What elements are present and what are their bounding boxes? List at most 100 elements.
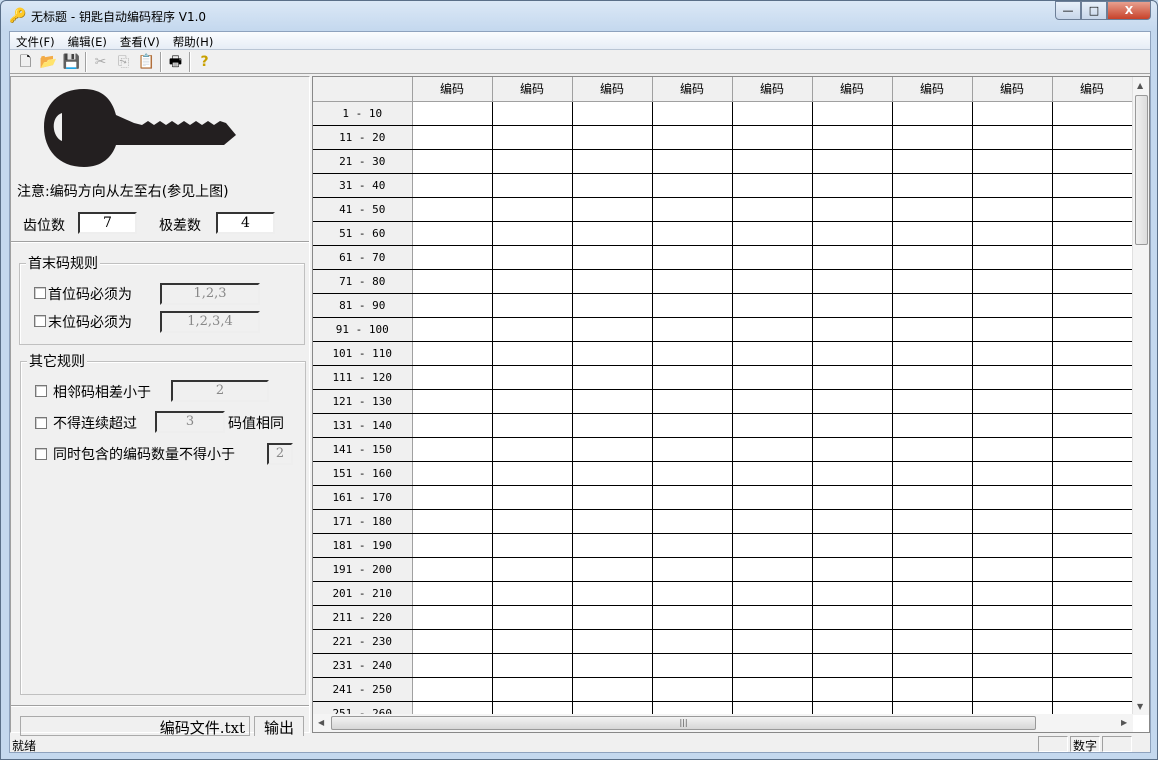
code-cell[interactable] [812,149,893,174]
code-cell[interactable] [1052,341,1133,366]
code-cell[interactable] [972,341,1053,366]
code-cell[interactable] [812,677,893,702]
code-cell[interactable] [1052,293,1133,318]
vertical-scrollbar[interactable]: ▲ ▼ [1132,77,1149,715]
code-cell[interactable] [972,629,1053,654]
code-cell[interactable] [892,269,973,294]
output-file-input[interactable]: 编码文件.txt [20,716,250,736]
code-cell[interactable] [812,269,893,294]
code-cell[interactable] [1052,101,1133,126]
code-cell[interactable] [1052,677,1133,702]
code-cell[interactable] [732,581,813,606]
code-cell[interactable] [1052,581,1133,606]
code-cell[interactable] [492,485,573,510]
code-cell[interactable] [492,101,573,126]
code-cell[interactable] [892,581,973,606]
code-cell[interactable] [492,533,573,558]
code-cell[interactable] [892,365,973,390]
adjacent-diff-checkbox[interactable] [35,385,47,397]
code-cell[interactable] [732,629,813,654]
code-cell[interactable] [572,437,653,462]
horizontal-scrollbar[interactable]: ◀ ||| ▶ [313,714,1133,732]
code-cell[interactable] [652,485,733,510]
code-cell[interactable] [1052,485,1133,510]
code-cell[interactable] [652,533,733,558]
code-cell[interactable] [1052,125,1133,150]
code-cell[interactable] [652,557,733,582]
code-cell[interactable] [972,389,1053,414]
row-header[interactable]: 201 - 210 [313,581,413,606]
code-cell[interactable] [652,245,733,270]
code-cell[interactable] [812,653,893,678]
code-cell[interactable] [972,221,1053,246]
code-cell[interactable] [652,389,733,414]
column-header[interactable]: 编码 [572,77,653,102]
code-cell[interactable] [732,365,813,390]
code-cell[interactable] [972,437,1053,462]
code-cell[interactable] [412,461,493,486]
code-cell[interactable] [892,461,973,486]
code-cell[interactable] [412,389,493,414]
code-cell[interactable] [412,605,493,630]
code-cell[interactable] [812,341,893,366]
code-cell[interactable] [892,245,973,270]
code-cell[interactable] [732,461,813,486]
code-cell[interactable] [732,341,813,366]
code-cell[interactable] [652,437,733,462]
code-cell[interactable] [732,317,813,342]
code-cell[interactable] [972,197,1053,222]
row-header[interactable]: 231 - 240 [313,653,413,678]
code-cell[interactable] [812,197,893,222]
row-header[interactable]: 41 - 50 [313,197,413,222]
code-cell[interactable] [812,629,893,654]
code-cell[interactable] [1052,197,1133,222]
code-cell[interactable] [972,653,1053,678]
code-cell[interactable] [412,341,493,366]
code-cell[interactable] [892,221,973,246]
output-button[interactable]: 输出 [254,716,304,736]
code-cell[interactable] [972,509,1053,534]
code-cell[interactable] [892,125,973,150]
paste-icon[interactable]: 📋 [135,52,158,72]
row-header[interactable]: 191 - 200 [313,557,413,582]
code-cell[interactable] [652,365,733,390]
code-cell[interactable] [652,461,733,486]
code-cell[interactable] [812,437,893,462]
code-cell[interactable] [1052,557,1133,582]
code-cell[interactable] [492,413,573,438]
code-cell[interactable] [812,509,893,534]
code-cell[interactable] [892,197,973,222]
menu-file[interactable]: 文件(F) [10,32,62,49]
row-header[interactable]: 151 - 160 [313,461,413,486]
code-cell[interactable] [892,101,973,126]
code-cell[interactable] [812,173,893,198]
menu-edit[interactable]: 编辑(E) [62,32,114,49]
code-cell[interactable] [972,605,1053,630]
first-digit-checkbox[interactable] [34,287,46,299]
close-button[interactable]: X [1107,1,1151,20]
code-cell[interactable] [732,221,813,246]
code-cell[interactable] [732,269,813,294]
code-cell[interactable] [652,677,733,702]
code-cell[interactable] [732,557,813,582]
code-cell[interactable] [892,173,973,198]
code-cell[interactable] [812,485,893,510]
code-cell[interactable] [892,437,973,462]
code-cell[interactable] [892,293,973,318]
code-cell[interactable] [412,437,493,462]
code-cell[interactable] [412,101,493,126]
code-cell[interactable] [652,653,733,678]
code-cell[interactable] [492,605,573,630]
code-cell[interactable] [412,581,493,606]
code-cell[interactable] [652,197,733,222]
code-cell[interactable] [1052,389,1133,414]
code-cell[interactable] [652,341,733,366]
scroll-up-icon[interactable]: ▲ [1137,81,1143,90]
column-header[interactable]: 编码 [652,77,733,102]
code-cell[interactable] [572,677,653,702]
code-cell[interactable] [1052,317,1133,342]
row-header[interactable]: 241 - 250 [313,677,413,702]
code-cell[interactable] [892,533,973,558]
code-cell[interactable] [572,149,653,174]
code-cell[interactable] [812,221,893,246]
